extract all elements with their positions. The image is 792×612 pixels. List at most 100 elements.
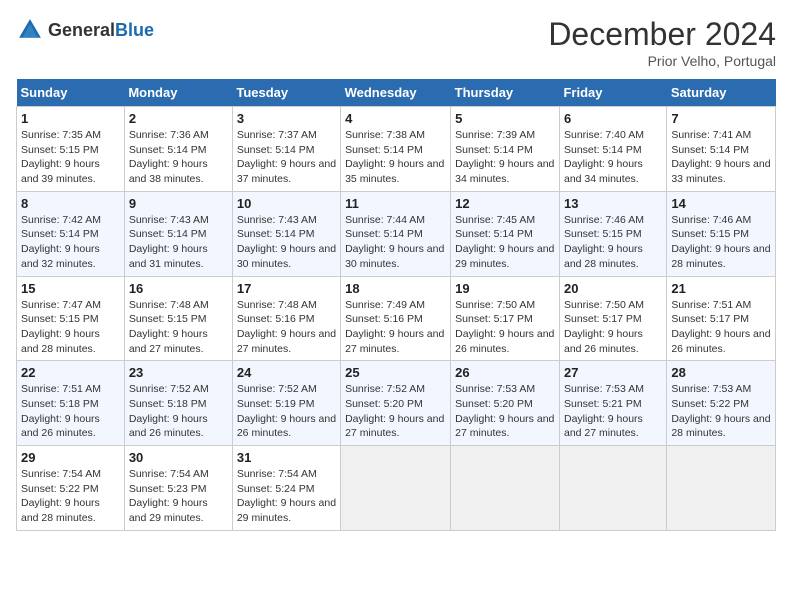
daylight-text: Daylight: 9 hours and 39 minutes.: [21, 158, 100, 185]
sunset-text: Sunset: 5:23 PM: [129, 483, 207, 495]
day-cell: 24 Sunrise: 7:52 AM Sunset: 5:19 PM Dayl…: [232, 361, 340, 446]
day-info: Sunrise: 7:46 AM Sunset: 5:15 PM Dayligh…: [564, 213, 662, 272]
day-number: 19: [455, 281, 555, 296]
sunrise-text: Sunrise: 7:40 AM: [564, 129, 644, 141]
day-info: Sunrise: 7:49 AM Sunset: 5:16 PM Dayligh…: [345, 298, 446, 357]
day-number: 27: [564, 365, 662, 380]
sunrise-text: Sunrise: 7:48 AM: [237, 299, 317, 311]
week-row-3: 15 Sunrise: 7:47 AM Sunset: 5:15 PM Dayl…: [17, 276, 776, 361]
sunrise-text: Sunrise: 7:46 AM: [671, 214, 751, 226]
day-number: 30: [129, 450, 228, 465]
day-number: 6: [564, 111, 662, 126]
day-info: Sunrise: 7:53 AM Sunset: 5:21 PM Dayligh…: [564, 382, 662, 441]
day-info: Sunrise: 7:48 AM Sunset: 5:15 PM Dayligh…: [129, 298, 228, 357]
sunset-text: Sunset: 5:22 PM: [21, 483, 99, 495]
daylight-text: Daylight: 9 hours and 27 minutes.: [237, 328, 336, 355]
sunrise-text: Sunrise: 7:42 AM: [21, 214, 101, 226]
header-saturday: Saturday: [667, 79, 776, 107]
day-number: 21: [671, 281, 771, 296]
day-cell: 12 Sunrise: 7:45 AM Sunset: 5:14 PM Dayl…: [451, 191, 560, 276]
sunset-text: Sunset: 5:18 PM: [21, 398, 99, 410]
day-cell: 20 Sunrise: 7:50 AM Sunset: 5:17 PM Dayl…: [559, 276, 666, 361]
sunset-text: Sunset: 5:22 PM: [671, 398, 749, 410]
sunset-text: Sunset: 5:16 PM: [345, 313, 423, 325]
day-cell: 1 Sunrise: 7:35 AM Sunset: 5:15 PM Dayli…: [17, 107, 125, 192]
sunset-text: Sunset: 5:17 PM: [564, 313, 642, 325]
day-number: 4: [345, 111, 446, 126]
sunrise-text: Sunrise: 7:54 AM: [21, 468, 101, 480]
day-cell: 9 Sunrise: 7:43 AM Sunset: 5:14 PM Dayli…: [124, 191, 232, 276]
daylight-text: Daylight: 9 hours and 29 minutes.: [455, 243, 554, 270]
day-cell: 18 Sunrise: 7:49 AM Sunset: 5:16 PM Dayl…: [341, 276, 451, 361]
daylight-text: Daylight: 9 hours and 29 minutes.: [129, 497, 208, 524]
daylight-text: Daylight: 9 hours and 33 minutes.: [671, 158, 770, 185]
day-cell: 5 Sunrise: 7:39 AM Sunset: 5:14 PM Dayli…: [451, 107, 560, 192]
day-info: Sunrise: 7:47 AM Sunset: 5:15 PM Dayligh…: [21, 298, 120, 357]
sunrise-text: Sunrise: 7:52 AM: [345, 383, 425, 395]
daylight-text: Daylight: 9 hours and 37 minutes.: [237, 158, 336, 185]
daylight-text: Daylight: 9 hours and 26 minutes.: [129, 413, 208, 440]
day-info: Sunrise: 7:43 AM Sunset: 5:14 PM Dayligh…: [129, 213, 228, 272]
sunrise-text: Sunrise: 7:52 AM: [237, 383, 317, 395]
day-cell: 16 Sunrise: 7:48 AM Sunset: 5:15 PM Dayl…: [124, 276, 232, 361]
day-number: 24: [237, 365, 336, 380]
daylight-text: Daylight: 9 hours and 26 minutes.: [564, 328, 643, 355]
sunset-text: Sunset: 5:15 PM: [21, 313, 99, 325]
logo: GeneralBlue: [16, 16, 154, 44]
sunset-text: Sunset: 5:14 PM: [345, 144, 423, 156]
sunset-text: Sunset: 5:14 PM: [237, 144, 315, 156]
header-tuesday: Tuesday: [232, 79, 340, 107]
daylight-text: Daylight: 9 hours and 30 minutes.: [345, 243, 444, 270]
sunset-text: Sunset: 5:16 PM: [237, 313, 315, 325]
day-number: 20: [564, 281, 662, 296]
sunset-text: Sunset: 5:14 PM: [21, 228, 99, 240]
day-cell: 29 Sunrise: 7:54 AM Sunset: 5:22 PM Dayl…: [17, 446, 125, 531]
day-info: Sunrise: 7:40 AM Sunset: 5:14 PM Dayligh…: [564, 128, 662, 187]
day-info: Sunrise: 7:54 AM Sunset: 5:22 PM Dayligh…: [21, 467, 120, 526]
day-info: Sunrise: 7:51 AM Sunset: 5:18 PM Dayligh…: [21, 382, 120, 441]
day-number: 26: [455, 365, 555, 380]
daylight-text: Daylight: 9 hours and 28 minutes.: [21, 328, 100, 355]
day-cell: 2 Sunrise: 7:36 AM Sunset: 5:14 PM Dayli…: [124, 107, 232, 192]
sunset-text: Sunset: 5:15 PM: [21, 144, 99, 156]
day-cell: 28 Sunrise: 7:53 AM Sunset: 5:22 PM Dayl…: [667, 361, 776, 446]
header-sunday: Sunday: [17, 79, 125, 107]
day-info: Sunrise: 7:37 AM Sunset: 5:14 PM Dayligh…: [237, 128, 336, 187]
sunset-text: Sunset: 5:14 PM: [671, 144, 749, 156]
day-cell: 11 Sunrise: 7:44 AM Sunset: 5:14 PM Dayl…: [341, 191, 451, 276]
sunset-text: Sunset: 5:14 PM: [129, 228, 207, 240]
day-info: Sunrise: 7:54 AM Sunset: 5:24 PM Dayligh…: [237, 467, 336, 526]
sunset-text: Sunset: 5:14 PM: [564, 144, 642, 156]
day-info: Sunrise: 7:36 AM Sunset: 5:14 PM Dayligh…: [129, 128, 228, 187]
day-info: Sunrise: 7:50 AM Sunset: 5:17 PM Dayligh…: [564, 298, 662, 357]
day-info: Sunrise: 7:52 AM Sunset: 5:20 PM Dayligh…: [345, 382, 446, 441]
sunset-text: Sunset: 5:14 PM: [129, 144, 207, 156]
sunrise-text: Sunrise: 7:37 AM: [237, 129, 317, 141]
day-number: 5: [455, 111, 555, 126]
day-cell: 13 Sunrise: 7:46 AM Sunset: 5:15 PM Dayl…: [559, 191, 666, 276]
sunrise-text: Sunrise: 7:36 AM: [129, 129, 209, 141]
day-number: 7: [671, 111, 771, 126]
sunrise-text: Sunrise: 7:35 AM: [21, 129, 101, 141]
location-title: Prior Velho, Portugal: [548, 53, 776, 69]
daylight-text: Daylight: 9 hours and 27 minutes.: [345, 413, 444, 440]
daylight-text: Daylight: 9 hours and 31 minutes.: [129, 243, 208, 270]
day-cell: 31 Sunrise: 7:54 AM Sunset: 5:24 PM Dayl…: [232, 446, 340, 531]
sunrise-text: Sunrise: 7:43 AM: [237, 214, 317, 226]
day-number: 31: [237, 450, 336, 465]
week-row-5: 29 Sunrise: 7:54 AM Sunset: 5:22 PM Dayl…: [17, 446, 776, 531]
day-number: 10: [237, 196, 336, 211]
daylight-text: Daylight: 9 hours and 38 minutes.: [129, 158, 208, 185]
day-info: Sunrise: 7:53 AM Sunset: 5:22 PM Dayligh…: [671, 382, 771, 441]
day-cell: 8 Sunrise: 7:42 AM Sunset: 5:14 PM Dayli…: [17, 191, 125, 276]
daylight-text: Daylight: 9 hours and 32 minutes.: [21, 243, 100, 270]
day-cell: 25 Sunrise: 7:52 AM Sunset: 5:20 PM Dayl…: [341, 361, 451, 446]
day-number: 9: [129, 196, 228, 211]
day-info: Sunrise: 7:52 AM Sunset: 5:19 PM Dayligh…: [237, 382, 336, 441]
daylight-text: Daylight: 9 hours and 28 minutes.: [671, 243, 770, 270]
day-cell: [667, 446, 776, 531]
month-title: December 2024: [548, 16, 776, 53]
sunrise-text: Sunrise: 7:52 AM: [129, 383, 209, 395]
day-info: Sunrise: 7:45 AM Sunset: 5:14 PM Dayligh…: [455, 213, 555, 272]
daylight-text: Daylight: 9 hours and 34 minutes.: [455, 158, 554, 185]
